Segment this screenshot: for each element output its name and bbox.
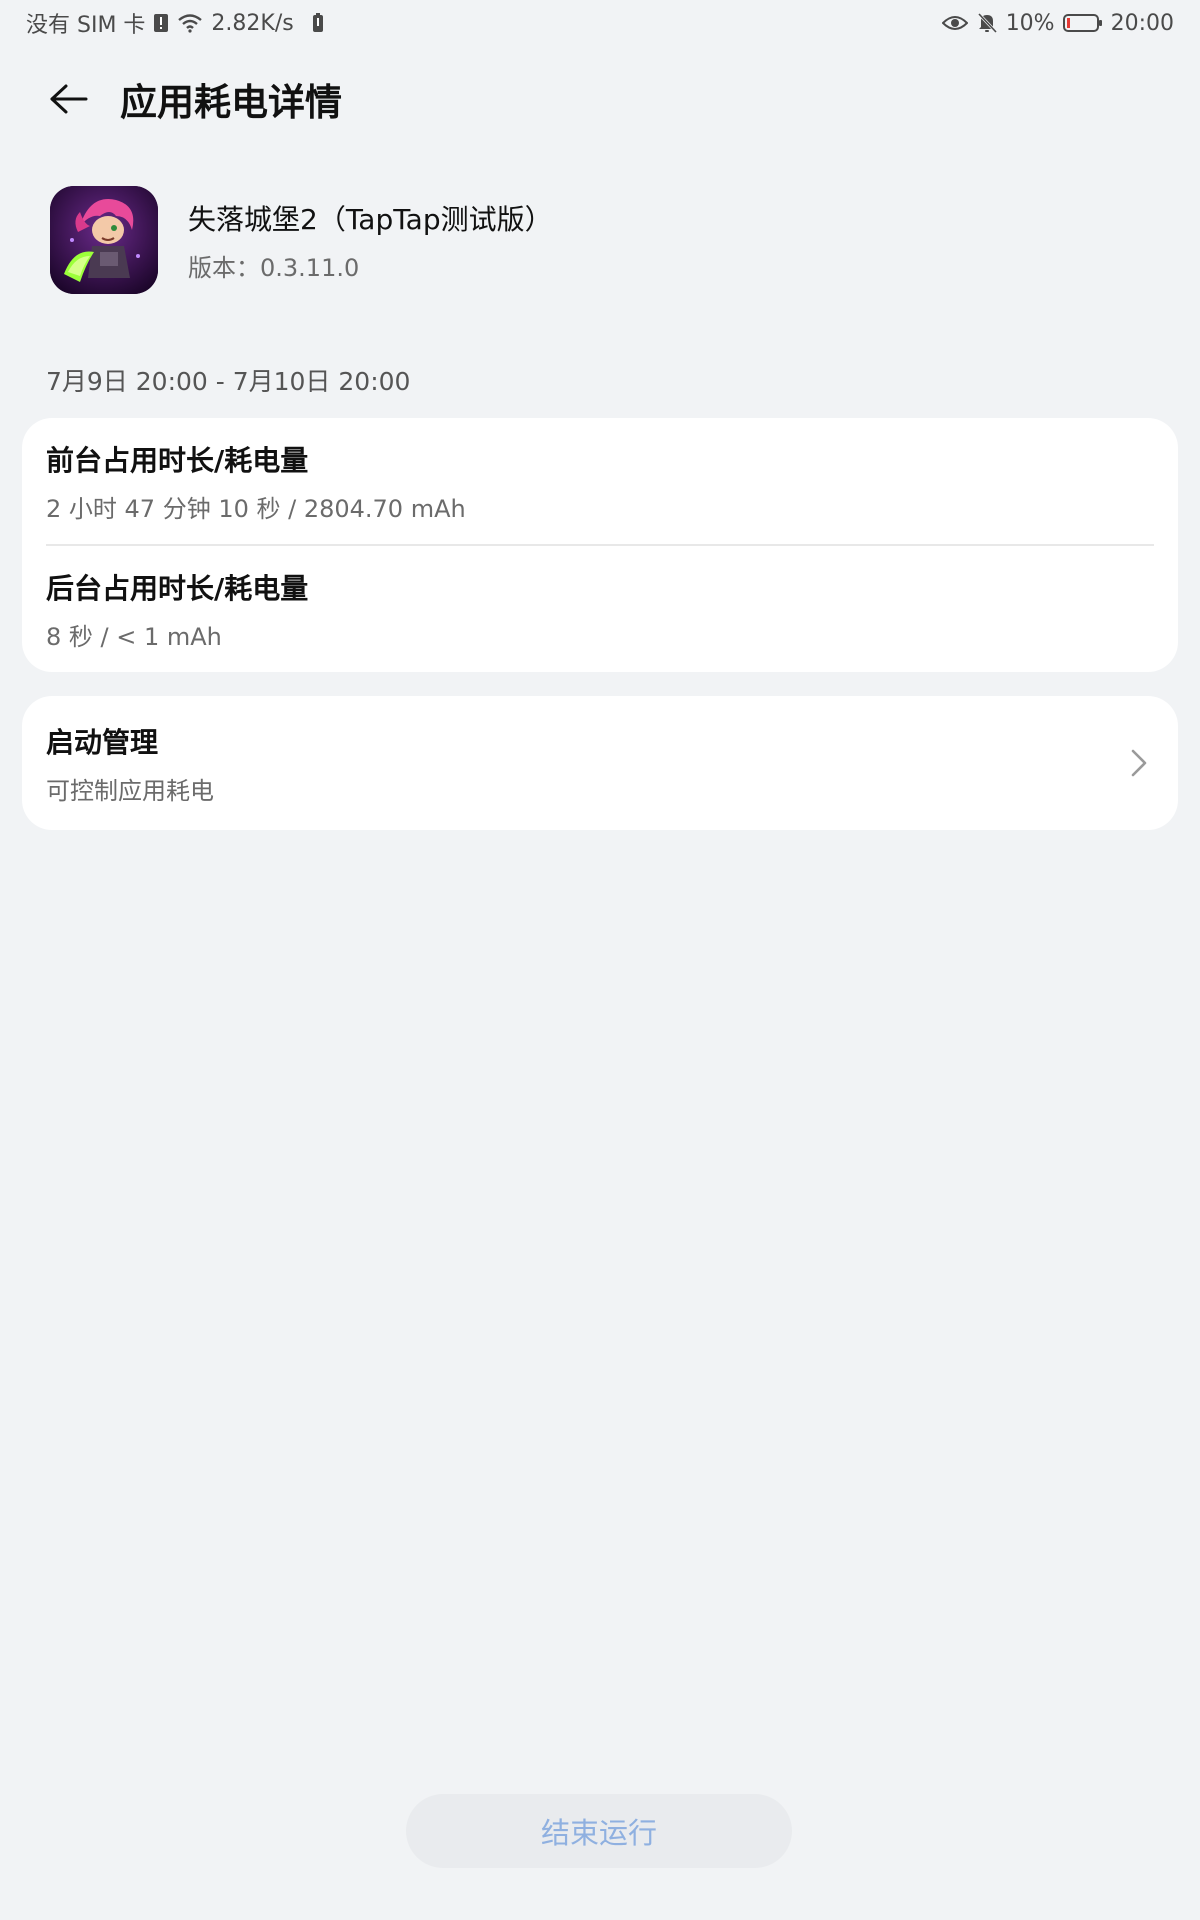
background-usage-value: 8 秒 / < 1 mAh	[46, 622, 222, 651]
battery-icon	[1062, 13, 1103, 33]
eye-comfort-icon	[941, 14, 968, 32]
app-version: 版本：0.3.11.0	[188, 253, 360, 282]
page-title: 应用耗电详情	[120, 81, 342, 124]
launch-management-subtitle: 可控制应用耗电	[46, 776, 214, 805]
sim-alert-icon	[153, 13, 169, 33]
carrier-label: 没有 SIM 卡	[26, 13, 146, 38]
battery-percent: 10%	[1005, 10, 1055, 36]
launch-management-text: 启动管理 可控制应用耗电	[46, 721, 214, 806]
app-icon	[50, 186, 158, 294]
foreground-usage-row: 前台占用时长/耗电量 2 小时 47 分钟 10 秒 / 2804.70 mAh	[22, 418, 1178, 544]
date-range: 7月9日 20:00 - 7月10日 20:00	[46, 367, 411, 396]
foreground-usage-title: 前台占用时长/耗电量	[46, 443, 309, 477]
arrow-left-icon	[50, 84, 88, 114]
wifi-icon	[177, 13, 203, 33]
status-bar: 没有 SIM 卡 2.82K/s 10% 20:00	[0, 0, 1200, 46]
status-bar-left: 没有 SIM 卡 2.82K/s	[26, 7, 324, 39]
app-bar: 应用耗电详情	[0, 62, 1200, 136]
app-name: 失落城堡2（TapTap测试版）	[188, 202, 553, 236]
foreground-usage-value: 2 小时 47 分钟 10 秒 / 2804.70 mAh	[46, 494, 466, 523]
end-running-button[interactable]: 结束运行	[406, 1794, 792, 1868]
mute-bell-icon	[976, 12, 998, 34]
background-usage-title: 后台占用时长/耗电量	[46, 571, 309, 605]
battery-saver-icon	[312, 13, 324, 33]
usage-card: 前台占用时长/耗电量 2 小时 47 分钟 10 秒 / 2804.70 mAh…	[22, 418, 1178, 672]
background-usage-row: 后台占用时长/耗电量 8 秒 / < 1 mAh	[22, 546, 1178, 672]
status-bar-right: 10% 20:00	[941, 10, 1174, 36]
back-button[interactable]	[30, 62, 106, 136]
clock: 20:00	[1110, 10, 1174, 36]
app-text: 失落城堡2（TapTap测试版） 版本：0.3.11.0	[188, 198, 553, 283]
app-info: 失落城堡2（TapTap测试版） 版本：0.3.11.0	[50, 186, 553, 294]
chevron-right-icon	[1124, 743, 1154, 783]
net-speed: 2.82K/s	[211, 10, 294, 36]
launch-management-title: 启动管理	[46, 725, 159, 759]
launch-management-item[interactable]: 启动管理 可控制应用耗电	[22, 696, 1178, 830]
